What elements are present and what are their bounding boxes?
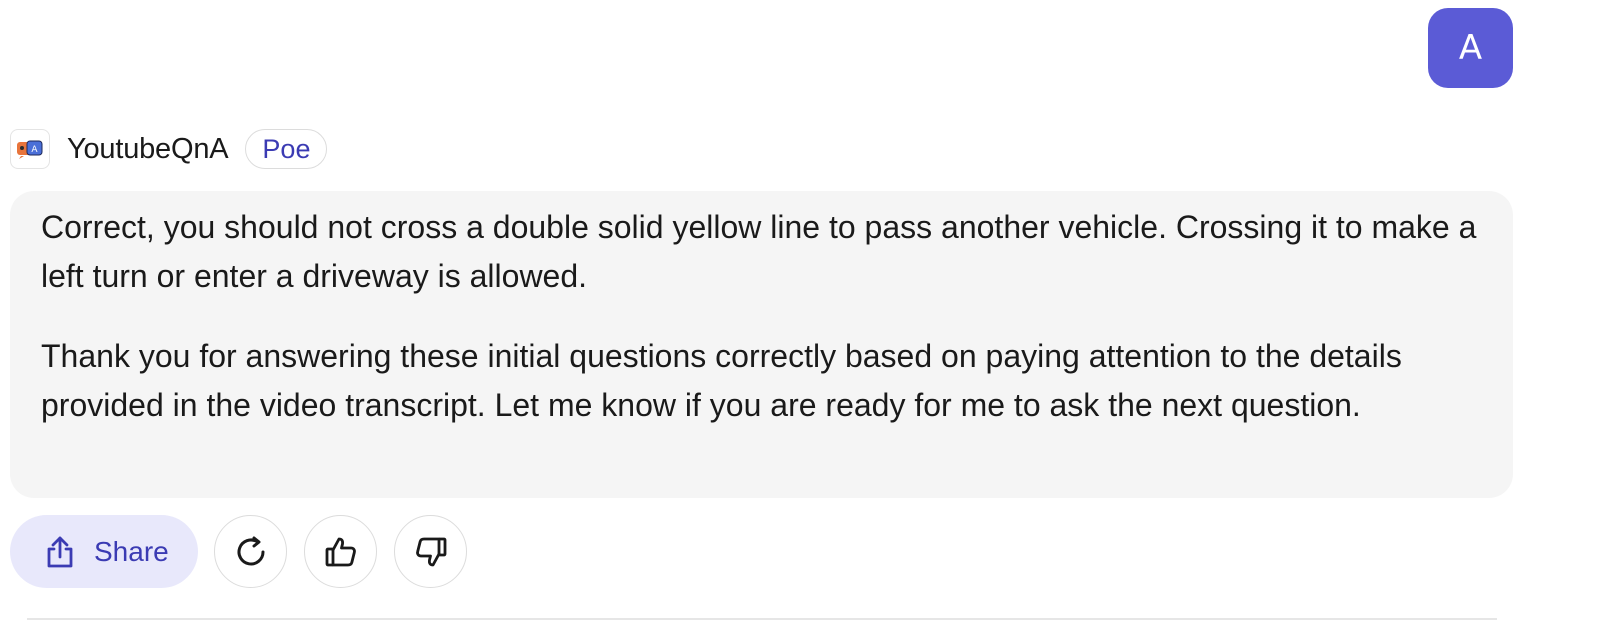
like-button[interactable] [304, 515, 377, 588]
svg-text:A: A [31, 145, 38, 155]
bot-badge: Poe [245, 129, 328, 169]
divider [27, 618, 1497, 620]
user-avatar[interactable]: A [1428, 8, 1513, 88]
chat-page: A A YoutubeQnA Poe Correct, you should n… [0, 0, 1602, 634]
refresh-icon [237, 536, 264, 565]
bot-name[interactable]: YoutubeQnA [67, 133, 229, 166]
share-icon [44, 535, 76, 569]
bot-header: A YoutubeQnA Poe [10, 127, 328, 171]
message-actions: Share [10, 515, 467, 588]
share-button[interactable]: Share [10, 515, 198, 588]
message-paragraph: Thank you for answering these initial qu… [41, 338, 1402, 423]
thumbs-up-icon [325, 537, 356, 566]
youtube-qna-bot-icon: A [17, 140, 43, 159]
user-avatar-initial: A [1458, 28, 1483, 68]
bot-message-bubble: Correct, you should not cross a double s… [10, 191, 1513, 498]
thumbs-down-icon [415, 537, 446, 566]
bot-avatar[interactable]: A [10, 129, 50, 169]
share-label: Share [94, 535, 169, 567]
dislike-button[interactable] [394, 515, 467, 588]
message-paragraph: Correct, you should not cross a double s… [41, 209, 1477, 294]
regenerate-button[interactable] [214, 515, 287, 588]
